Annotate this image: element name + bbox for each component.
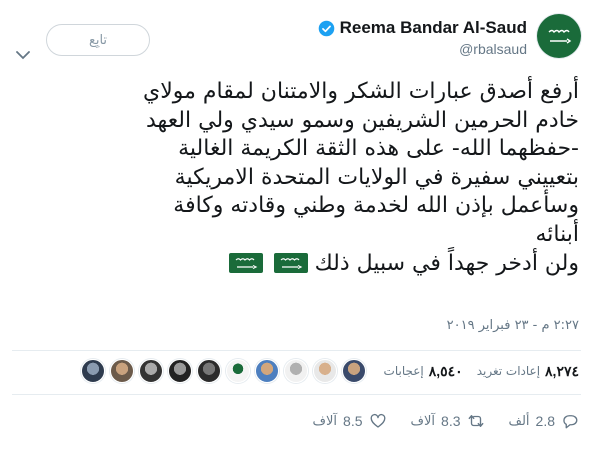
saudi-flag-avatar-icon[interactable] (537, 14, 581, 58)
chevron-down-icon[interactable] (16, 50, 30, 60)
liker-avatar[interactable] (196, 359, 221, 383)
liker-avatar[interactable] (254, 359, 279, 383)
divider (12, 350, 581, 351)
likes-label: إعجابات (383, 364, 424, 378)
retweet-button[interactable]: 8.3 آلاف (411, 412, 485, 430)
follow-button[interactable]: تابِع (46, 24, 150, 56)
tweet-text-last-line: ولن أدخر جهداً في سبيل ذلك (19, 250, 579, 279)
liker-avatar[interactable] (312, 359, 337, 383)
saudi-flag-emoji-icon (228, 252, 263, 273)
tweet-text-line: ولن أدخر جهداً في سبيل ذلك (314, 250, 579, 276)
reply-icon (563, 415, 578, 429)
reply-unit: ألف (508, 413, 530, 429)
retweet-count: 8.3 (441, 413, 461, 429)
retweet-icon (468, 415, 483, 427)
retweets-count: ٨,٢٧٤ (545, 362, 579, 379)
tweet-text-line: بتعييني سفيرة في الولايات المتحدة الامري… (174, 164, 579, 190)
liker-avatar[interactable] (167, 359, 192, 383)
liker-avatars (80, 359, 366, 383)
saudi-flag-emoji-icon (273, 252, 308, 273)
tweet-timestamp[interactable]: ٢:٢٧ م - ٢٣ فبراير ٢٠١٩ (447, 318, 579, 333)
heart-icon (370, 413, 385, 428)
tweet-text-line: -حفظهما الله- على هذه الثقة الكريمة الغا… (178, 136, 579, 162)
reply-count: 2.8 (535, 413, 555, 429)
tweet-header: Reema Bandar Al-Saud @rbalsaud تابِع (0, 14, 593, 74)
likes-count: ٨,٥٤٠ (428, 362, 463, 379)
engagement-stats: ٨,٢٧٤ إعادات تغريد ٨,٥٤٠ إعجابات (12, 354, 579, 388)
author-handle[interactable]: @rbalsaud (318, 41, 527, 57)
liker-avatar[interactable] (109, 359, 134, 383)
retweets-stat[interactable]: ٨,٢٧٤ إعادات تغريد (477, 363, 579, 380)
liker-avatar[interactable] (341, 359, 366, 383)
like-count: 8.5 (343, 413, 363, 429)
author-display-name[interactable]: Reema Bandar Al-Saud (340, 18, 527, 38)
tweet-text: أرفع أصدق عبارات الشكر والامتنان لمقام م… (19, 78, 579, 278)
tweet-text-line: أبنائه (535, 221, 580, 247)
reply-button[interactable]: 2.8 ألف (509, 412, 580, 430)
liker-avatar[interactable] (225, 359, 250, 383)
tweet-text-line: وسأعمل بإذن الله لخدمة وطني وقادته وكافة (173, 193, 579, 219)
tweet-text-line: خادم الحرمين الشريفين وسمو سيدي ولي العه… (146, 107, 579, 133)
tweet-actions: 2.8 ألف 8.3 آلاف 8.5 آلاف (313, 412, 579, 430)
retweets-label: إعادات تغريد (476, 364, 541, 378)
retweet-unit: آلاف (410, 413, 436, 429)
liker-avatar[interactable] (80, 359, 105, 383)
liker-avatar[interactable] (138, 359, 163, 383)
like-unit: آلاف (312, 413, 338, 429)
liker-avatar[interactable] (283, 359, 308, 383)
tweet-text-line: أرفع أصدق عبارات الشكر والامتنان لمقام م… (143, 79, 579, 104)
likes-stat[interactable]: ٨,٥٤٠ إعجابات (384, 363, 463, 380)
verified-badge-icon (318, 20, 334, 36)
like-button[interactable]: 8.5 آلاف (313, 412, 387, 430)
divider (12, 394, 581, 395)
